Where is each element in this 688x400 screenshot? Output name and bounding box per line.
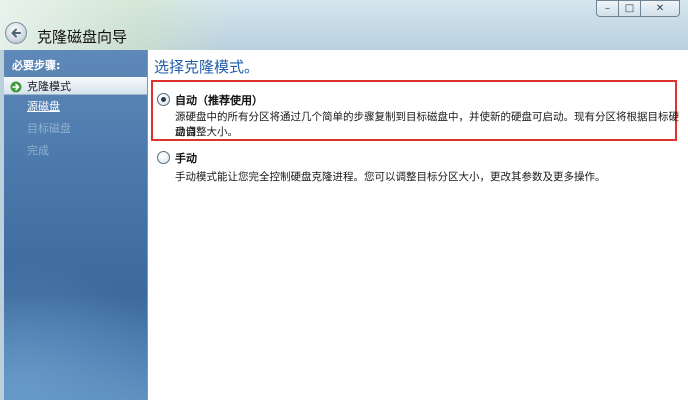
sidebar-item-label: 克隆模式 <box>27 80 71 93</box>
wizard-main-panel: 选择克隆模式。 自动（推荐使用） 源硬盘中的所有分区将通过几个简单的步骤复制到目… <box>148 50 688 400</box>
page-title: 选择克隆模式。 <box>154 58 260 76</box>
wizard-sidebar: 必要步骤: 克隆模式 源磁盘 目标磁盘 完成 <box>4 50 148 400</box>
window-controls: – □ ✕ <box>596 0 680 17</box>
auto-mode-description-line2: 动调整大小。 <box>175 126 238 138</box>
minimize-button[interactable]: – <box>596 0 619 17</box>
close-button[interactable]: ✕ <box>640 0 680 17</box>
manual-mode-label[interactable]: 手动 <box>175 150 197 166</box>
auto-mode-description-line1: 源硬盘中的所有分区将通过几个简单的步骤复制到目标磁盘中，并使新的硬盘可启动。现有… <box>175 111 679 138</box>
title-bar: 克隆磁盘向导 – □ ✕ <box>0 0 688 50</box>
auto-mode-label[interactable]: 自动（推荐使用） <box>175 92 263 108</box>
sidebar-heading: 必要步骤: <box>12 59 61 72</box>
sidebar-item-source-disk[interactable]: 源磁盘 <box>4 98 147 116</box>
maximize-icon: □ <box>624 3 635 14</box>
sidebar-item-label: 目标磁盘 <box>27 122 71 135</box>
manual-mode-description: 手动模式能让您完全控制硬盘克隆进程。您可以调整目标分区大小，更改其参数及更多操作… <box>175 171 606 183</box>
green-arrow-icon <box>10 81 22 93</box>
back-button[interactable] <box>5 22 27 44</box>
back-arrow-icon <box>11 28 21 38</box>
sidebar-item-label: 源磁盘 <box>27 100 60 113</box>
minimize-icon: – <box>605 3 610 14</box>
maximize-button[interactable]: □ <box>618 0 641 17</box>
window-title: 克隆磁盘向导 <box>37 28 128 46</box>
close-icon: ✕ <box>655 3 665 14</box>
auto-mode-radio[interactable] <box>157 93 170 106</box>
sidebar-item-label: 完成 <box>27 144 49 157</box>
sidebar-item-finish: 完成 <box>4 142 147 160</box>
manual-mode-radio[interactable] <box>157 151 170 164</box>
sidebar-item-target-disk: 目标磁盘 <box>4 120 147 138</box>
sidebar-item-clone-mode[interactable]: 克隆模式 <box>4 77 147 95</box>
